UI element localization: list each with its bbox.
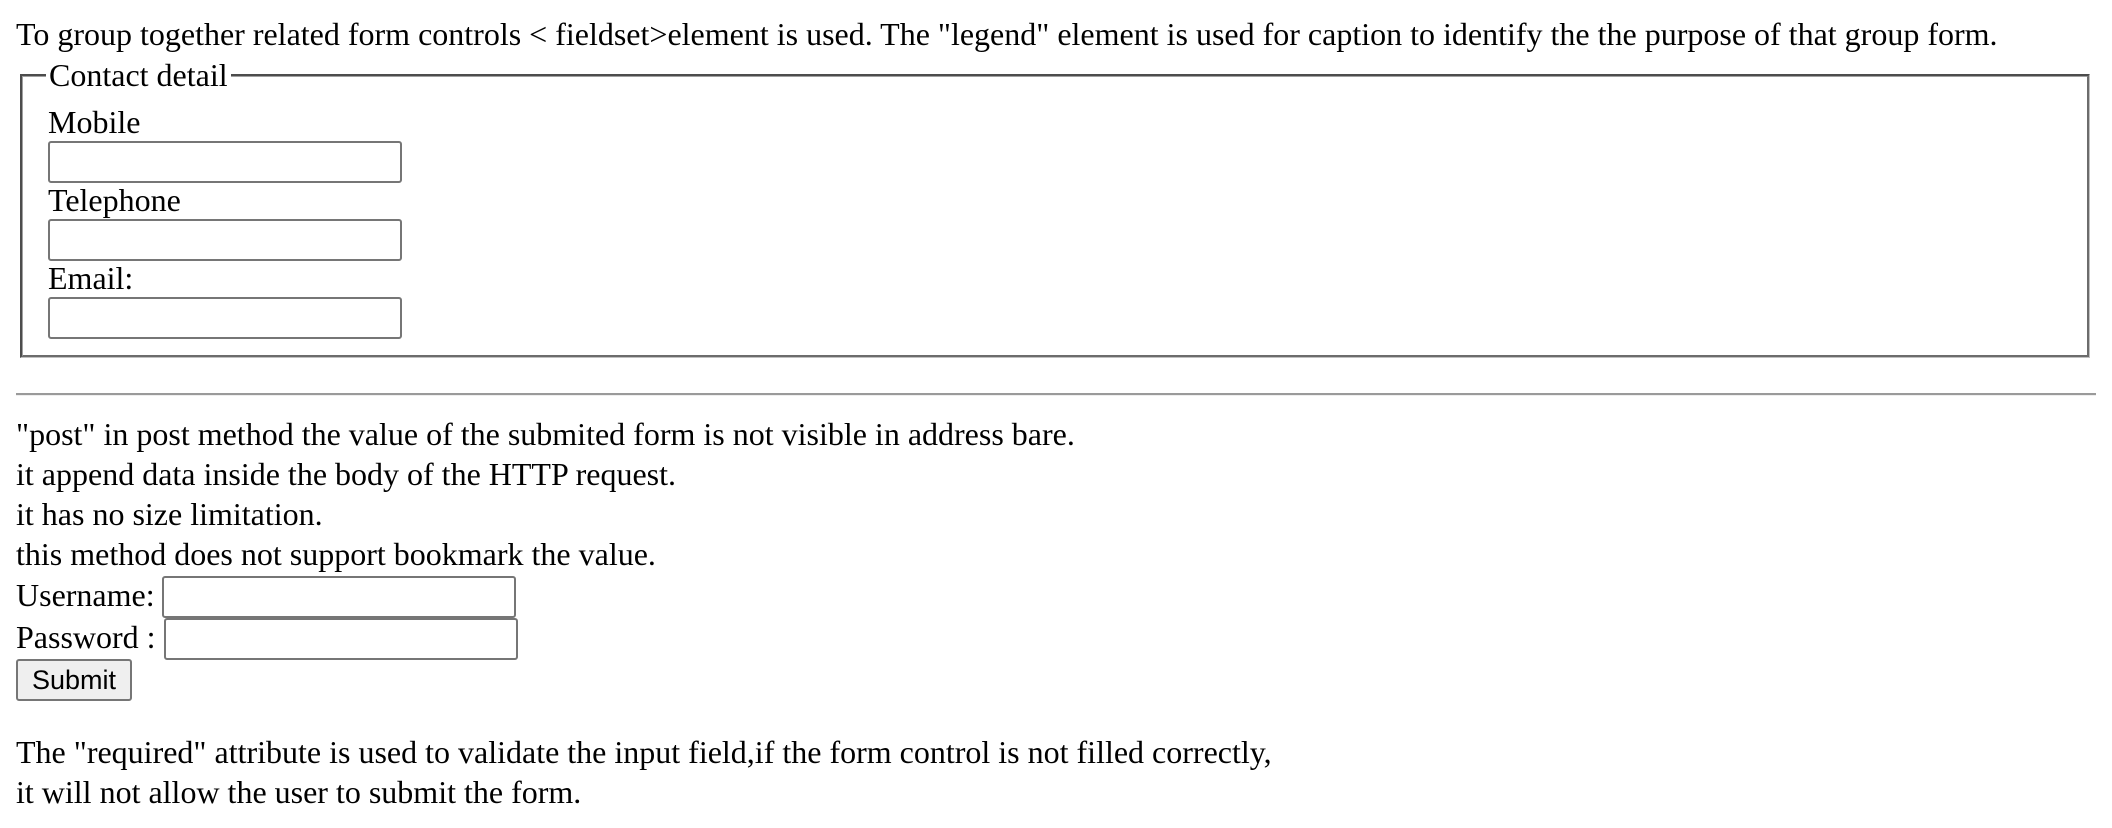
post-note-line: it has no size limitation. <box>16 496 323 532</box>
submit-button[interactable]: Submit <box>16 659 133 701</box>
required-note-line: it will not allow the user to submit the… <box>16 774 582 810</box>
telephone-input[interactable] <box>48 219 402 261</box>
post-note-line: this method does not support bookmark th… <box>16 536 656 572</box>
mobile-input[interactable] <box>48 141 402 183</box>
username-input[interactable] <box>162 576 516 618</box>
username-label: Username: <box>16 577 155 613</box>
fieldset-legend: Contact detail <box>46 55 231 95</box>
intro-text: To group together related form controls … <box>16 16 1998 52</box>
post-note-line: it append data inside the body of the HT… <box>16 456 676 492</box>
password-label: Password : <box>16 619 156 655</box>
required-note-line: The "required" attribute is used to vali… <box>16 734 1272 770</box>
horizontal-divider <box>16 393 2096 396</box>
post-note-line: "post" in post method the value of the s… <box>16 416 1075 452</box>
password-input[interactable] <box>164 618 518 660</box>
email-label: Email: <box>48 260 134 296</box>
telephone-label: Telephone <box>48 182 181 218</box>
mobile-label: Mobile <box>48 104 141 140</box>
email-input[interactable] <box>48 297 402 339</box>
